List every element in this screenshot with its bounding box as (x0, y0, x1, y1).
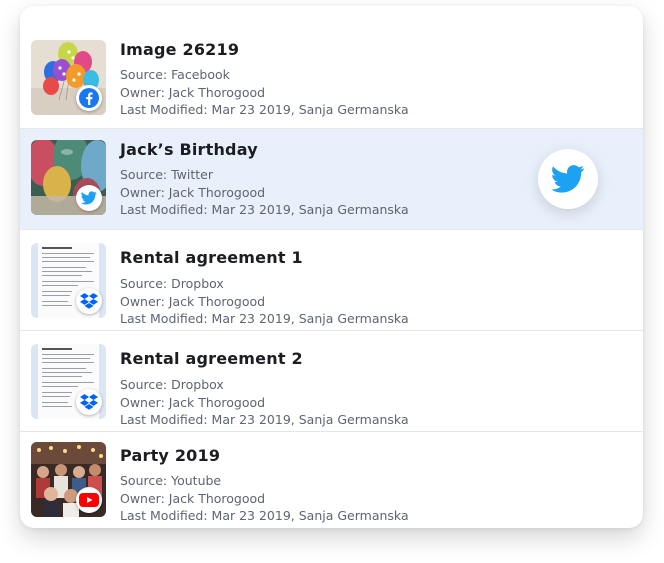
file-owner: Owner: Jack Thorogood (120, 85, 266, 100)
file-owner: Owner: Jack Thorogood (120, 491, 266, 506)
file-last-modified: Last Modified: Mar 23 2019, Sanja German… (120, 102, 409, 117)
file-source: Source: Dropbox (120, 276, 224, 291)
file-source: Source: Twitter (120, 167, 214, 182)
thumbnail-party-crowd (31, 442, 106, 517)
thumbnail-document (31, 344, 106, 419)
file-owner: Owner: Jack Thorogood (120, 185, 266, 200)
thumbnail-balloons (31, 40, 106, 115)
facebook-icon (76, 85, 102, 111)
file-owner: Owner: Jack Thorogood (120, 294, 266, 309)
file-row-rental-agreement-1[interactable]: Rental agreement 1 Source: Dropbox Owner… (20, 229, 643, 330)
file-last-modified: Last Modified: Mar 23 2019, Sanja German… (120, 311, 409, 326)
dropbox-icon (76, 389, 102, 415)
file-title: Rental agreement 2 (120, 349, 303, 368)
file-source: Source: Facebook (120, 67, 230, 82)
file-title: Jack’s Birthday (120, 140, 258, 159)
file-last-modified: Last Modified: Mar 23 2019, Sanja German… (120, 412, 409, 427)
file-last-modified: Last Modified: Mar 23 2019, Sanja German… (120, 202, 409, 217)
file-title: Rental agreement 1 (120, 248, 303, 267)
file-owner: Owner: Jack Thorogood (120, 395, 266, 410)
file-title: Party 2019 (120, 446, 221, 465)
file-last-modified: Last Modified: Mar 23 2019, Sanja German… (120, 508, 409, 523)
file-row-jacks-birthday[interactable]: Jack’s Birthday Source: Twitter Owner: J… (20, 128, 643, 229)
twitter-icon (76, 185, 102, 211)
file-row-rental-agreement-2[interactable]: Rental agreement 2 Source: Dropbox Owner… (20, 330, 643, 431)
twitter-icon (551, 165, 585, 193)
twitter-share-button[interactable] (538, 149, 598, 209)
file-title: Image 26219 (120, 40, 240, 59)
file-row-party-2019[interactable]: Party 2019 Source: Youtube Owner: Jack T… (20, 431, 643, 528)
youtube-icon (76, 487, 102, 513)
thumbnail-document (31, 243, 106, 318)
file-source: Source: Dropbox (120, 377, 224, 392)
file-source: Source: Youtube (120, 473, 222, 488)
file-list-card: Image 26219 Source: Facebook Owner: Jack… (20, 6, 643, 528)
dropbox-icon (76, 288, 102, 314)
file-row-image-26219[interactable]: Image 26219 Source: Facebook Owner: Jack… (20, 6, 643, 128)
thumbnail-balloons-closeup (31, 140, 106, 215)
